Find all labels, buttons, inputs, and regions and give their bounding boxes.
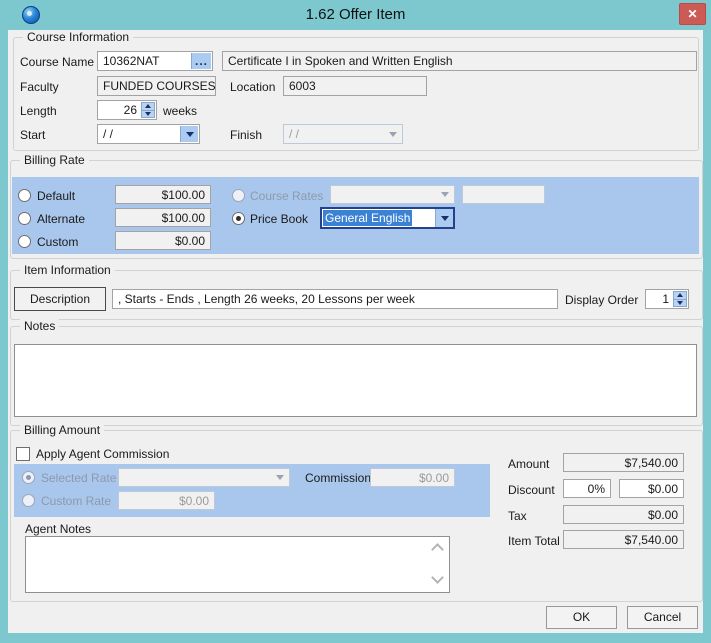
price-book-dropdown-button[interactable] xyxy=(435,209,453,227)
item-information-title: Item Information xyxy=(20,263,115,277)
agent-notes-textarea[interactable] xyxy=(25,536,450,593)
custom-agent-rate-field: $0.00 xyxy=(118,491,215,510)
start-label: Start xyxy=(20,127,45,143)
default-rate-radio[interactable] xyxy=(18,189,31,202)
chevron-down-icon xyxy=(276,475,284,480)
display-order-spinner[interactable]: 1 xyxy=(645,289,689,309)
display-order-label: Display Order xyxy=(565,292,638,308)
length-spin-buttons xyxy=(141,102,155,118)
notes-title: Notes xyxy=(20,319,59,333)
custom-rate-label[interactable]: Custom xyxy=(37,234,78,250)
location-label: Location xyxy=(230,79,275,95)
close-icon: ✕ xyxy=(687,7,697,21)
custom-agent-rate-radio xyxy=(22,494,35,507)
chevron-down-icon xyxy=(677,301,683,305)
finish-dropdown-button xyxy=(384,126,401,142)
ellipsis-icon: ... xyxy=(195,54,208,68)
tax-label: Tax xyxy=(508,508,527,524)
custom-rate-field: $0.00 xyxy=(115,231,211,250)
alternate-rate-label[interactable]: Alternate xyxy=(37,211,85,227)
course-code-input[interactable]: 10362NAT ... xyxy=(97,51,213,71)
commission-field: $0.00 xyxy=(370,468,455,487)
chevron-down-icon xyxy=(389,132,397,137)
spin-down-button[interactable] xyxy=(141,111,155,119)
display-order-spin-buttons xyxy=(673,291,687,307)
selected-rate-label: Selected Rate xyxy=(41,470,116,486)
billing-rate-title: Billing Rate xyxy=(20,153,89,167)
length-label: Length xyxy=(20,103,57,119)
selected-rate-combo xyxy=(118,468,290,487)
description-input[interactable]: , Starts - Ends , Length 26 weeks, 20 Le… xyxy=(112,289,558,309)
faculty-label: Faculty xyxy=(20,79,59,95)
commission-label: Commission xyxy=(305,470,371,486)
chevron-down-icon xyxy=(441,192,449,197)
length-unit-label: weeks xyxy=(163,103,197,119)
spin-down-button[interactable] xyxy=(673,300,687,308)
scroll-down-icon[interactable] xyxy=(431,571,444,584)
item-total-label: Item Total xyxy=(508,533,560,549)
finish-label: Finish xyxy=(230,127,262,143)
spin-up-button[interactable] xyxy=(141,102,155,111)
start-date-combo[interactable]: / / xyxy=(97,124,200,144)
selected-rate-dropdown-button xyxy=(271,470,288,485)
apply-agent-commission-label[interactable]: Apply Agent Commission xyxy=(36,446,169,462)
course-title-field: Certificate I in Spoken and Written Engl… xyxy=(222,51,697,71)
ok-button[interactable]: OK xyxy=(546,606,617,629)
billing-amount-title: Billing Amount xyxy=(20,423,104,437)
amount-field: $7,540.00 xyxy=(563,453,684,472)
alternate-rate-radio[interactable] xyxy=(18,212,31,225)
window-title: 1.62 Offer Item xyxy=(0,6,711,23)
item-total-field: $7,540.00 xyxy=(563,530,684,549)
spin-up-button[interactable] xyxy=(673,291,687,300)
close-button[interactable]: ✕ xyxy=(679,3,706,25)
chevron-down-icon xyxy=(441,216,449,221)
course-browse-button[interactable]: ... xyxy=(191,53,211,69)
chevron-up-icon xyxy=(677,293,683,297)
default-rate-field: $100.00 xyxy=(115,185,211,204)
course-rates-dropdown-button xyxy=(436,187,453,202)
amount-label: Amount xyxy=(508,456,549,472)
selected-rate-radio xyxy=(22,471,35,484)
titlebar: 1.62 Offer Item ✕ xyxy=(0,0,711,30)
custom-rate-radio[interactable] xyxy=(18,235,31,248)
cancel-button[interactable]: Cancel xyxy=(627,606,698,629)
price-book-label[interactable]: Price Book xyxy=(250,211,308,227)
start-dropdown-button[interactable] xyxy=(180,126,198,142)
finish-date-combo: / / xyxy=(283,124,403,144)
discount-amount-input[interactable]: $0.00 xyxy=(619,479,684,498)
default-rate-label[interactable]: Default xyxy=(37,188,75,204)
chevron-down-icon xyxy=(145,112,151,116)
course-rates-label: Course Rates xyxy=(250,188,323,204)
discount-percent-input[interactable]: 0% xyxy=(563,479,611,498)
alternate-rate-field: $100.00 xyxy=(115,208,211,227)
custom-agent-rate-label: Custom Rate xyxy=(41,493,111,509)
price-book-combo[interactable]: General English xyxy=(320,207,455,229)
length-spinner[interactable]: 26 xyxy=(97,100,157,120)
price-book-radio[interactable] xyxy=(232,212,245,225)
description-button[interactable]: Description xyxy=(14,287,106,311)
tax-field: $0.00 xyxy=(563,505,684,524)
offer-item-dialog: 1.62 Offer Item ✕ Course Information Cou… xyxy=(0,0,711,643)
chevron-down-icon xyxy=(186,132,194,137)
chevron-up-icon xyxy=(145,104,151,108)
scroll-up-icon[interactable] xyxy=(431,543,444,556)
price-book-selected-text: General English xyxy=(323,210,412,226)
course-rates-extra-field xyxy=(462,185,545,204)
course-rates-radio xyxy=(232,189,245,202)
location-field: 6003 xyxy=(283,76,427,96)
course-information-title: Course Information xyxy=(23,30,133,44)
course-rates-combo xyxy=(330,185,455,204)
faculty-field: FUNDED COURSES xyxy=(97,76,216,96)
course-name-label: Course Name xyxy=(20,54,94,70)
notes-textarea[interactable] xyxy=(14,344,697,417)
apply-agent-commission-checkbox[interactable] xyxy=(16,447,30,461)
agent-notes-label: Agent Notes xyxy=(25,521,91,537)
discount-label: Discount xyxy=(508,482,555,498)
